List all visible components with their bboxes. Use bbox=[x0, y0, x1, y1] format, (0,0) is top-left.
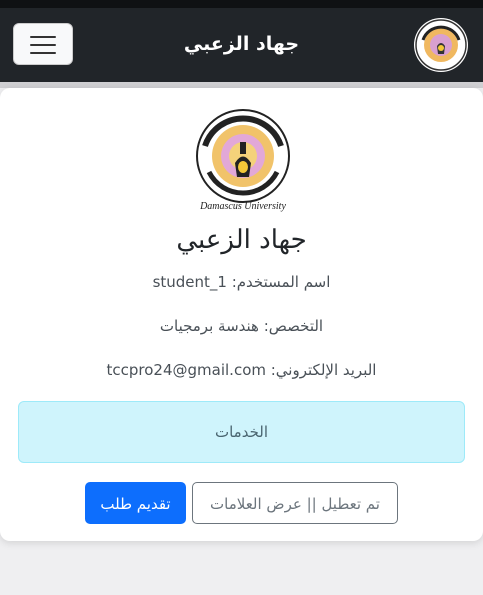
profile-card: Damascus University جهاد الزعبي اسم المس… bbox=[0, 88, 483, 541]
services-panel: الخدمات bbox=[18, 401, 465, 463]
specialty-line: التخصص: هندسة برمجيات bbox=[159, 317, 324, 335]
email-line: البريد الإلكتروني: tccpro24@gmail.com bbox=[106, 361, 377, 379]
damascus-university-logo: Damascus University bbox=[193, 106, 293, 214]
submit-request-button[interactable]: تقديم طلب bbox=[85, 482, 186, 524]
navbar-top-strip bbox=[0, 0, 483, 8]
university-logo-icon[interactable] bbox=[414, 18, 468, 72]
logo-caption: Damascus University bbox=[199, 201, 286, 212]
student-name: جهاد الزعبي bbox=[176, 225, 307, 255]
username-line: اسم المستخدم: student_1 bbox=[152, 273, 331, 291]
navbar: جهاد الزعبي bbox=[0, 0, 483, 82]
view-grades-button[interactable]: تم تعطيل || عرض العلامات bbox=[192, 482, 398, 524]
navbar-brand[interactable]: جهاد الزعبي bbox=[0, 33, 483, 55]
